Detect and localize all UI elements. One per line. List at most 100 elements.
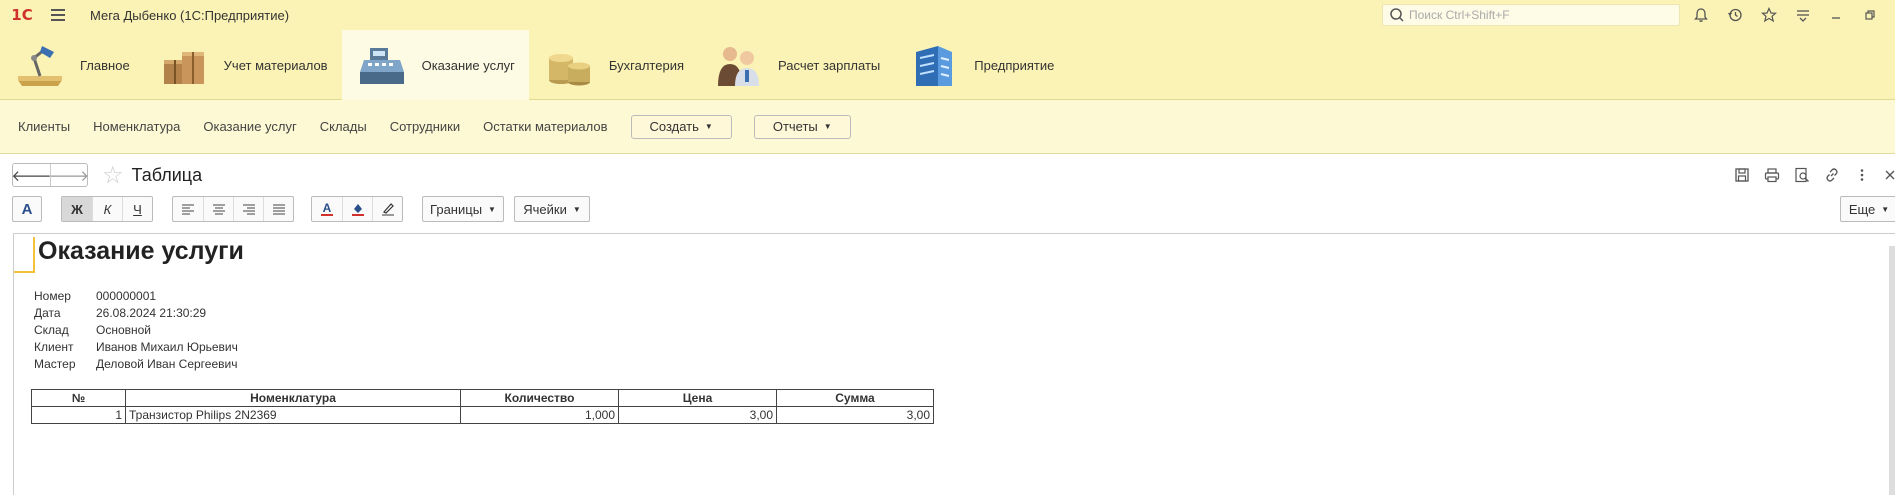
- attribute-key: Склад: [34, 323, 69, 337]
- align-justify-icon[interactable]: [263, 197, 293, 221]
- restore-window-icon[interactable]: [1860, 5, 1880, 25]
- cell-sum[interactable]: 3,00: [776, 406, 934, 424]
- forward-arrow-icon[interactable]: 🡒: [49, 164, 89, 186]
- cells-button[interactable]: Ячейки ▼: [514, 196, 590, 222]
- reports-button[interactable]: Отчеты ▼: [753, 114, 851, 139]
- attribute-value: Иванов Михаил Юрьевич: [96, 340, 238, 354]
- underline-button[interactable]: Ч: [122, 197, 152, 221]
- attribute-row: Склад Основной: [34, 322, 238, 339]
- add-to-favorites-star-icon[interactable]: ☆: [102, 161, 124, 190]
- attribute-row: Номер 000000001: [34, 288, 238, 305]
- column-header-sum: Сумма: [776, 389, 934, 407]
- app-logo[interactable]: 1С: [0, 0, 44, 30]
- caret-down-icon: ▼: [488, 204, 496, 214]
- alignment-group: [172, 196, 294, 222]
- align-right-icon[interactable]: [233, 197, 263, 221]
- section-payroll[interactable]: Расчет зарплаты: [698, 30, 894, 100]
- attribute-row: Дата 26.08.2024 21:30:29: [34, 305, 238, 322]
- highlight-pen-icon[interactable]: [372, 197, 402, 221]
- attribute-row: Мастер Деловой Иван Сергеевич: [34, 356, 238, 373]
- close-icon[interactable]: [1880, 165, 1895, 185]
- back-arrow-icon[interactable]: 🡐: [11, 164, 51, 186]
- section-services[interactable]: Оказание услуг: [341, 30, 529, 100]
- formatting-toolbar: A Ж К Ч A Границы ▼ Ячейки ▼ Еще ▼: [0, 196, 1895, 228]
- reports-button-label: Отчеты: [772, 119, 818, 134]
- cells-button-label: Ячейки: [523, 201, 567, 217]
- nav-link-warehouses[interactable]: Склады: [320, 119, 367, 134]
- coins-icon: [548, 54, 590, 86]
- favorites-star-icon[interactable]: [1759, 5, 1779, 25]
- attribute-value: 26.08.2024 21:30:29: [96, 306, 207, 320]
- cell-nomenclature[interactable]: Транзистор Philips 2N2369: [125, 406, 461, 424]
- caret-down-icon: ▼: [1881, 204, 1890, 214]
- people-icon: [718, 47, 759, 86]
- form-title: Таблица: [131, 164, 203, 185]
- cell-price[interactable]: 3,00: [618, 406, 777, 424]
- caret-down-icon: ▼: [572, 204, 581, 214]
- settings-menu-icon[interactable]: [1793, 5, 1813, 25]
- desk-lamp-icon: [18, 46, 62, 86]
- column-header-number: №: [31, 389, 126, 407]
- search-icon: [1390, 8, 1404, 22]
- app-title: Мега Дыбенко (1С:Предприятие): [90, 7, 290, 23]
- column-header-nomenclature: Номенклатура: [125, 389, 461, 407]
- color-group: A: [311, 196, 403, 222]
- cell-number[interactable]: 1: [31, 406, 126, 424]
- document-title: Оказание услуги: [38, 237, 244, 265]
- spreadsheet-document[interactable]: Оказание услуги Номер 000000001 Дата 26.08…: [13, 233, 1895, 495]
- section-enterprise[interactable]: Предприятие: [894, 30, 1068, 100]
- attribute-row: Клиент Иванов Михаил Юрьевич: [34, 339, 238, 356]
- cell-cursor: [14, 237, 35, 273]
- align-center-icon[interactable]: [203, 197, 233, 221]
- italic-button[interactable]: К: [92, 197, 122, 221]
- history-navigation: 🡐 🡒: [11, 163, 89, 187]
- section-label: Оказание услуг: [421, 57, 515, 73]
- more-button[interactable]: Еще ▼: [1840, 196, 1895, 222]
- attribute-value: Деловой Иван Сергеевич: [96, 357, 238, 371]
- nav-link-services[interactable]: Оказание услуг: [203, 119, 296, 134]
- attribute-key: Дата: [34, 306, 61, 320]
- vertical-scrollbar[interactable]: [1889, 246, 1895, 495]
- document-attributes: Номер 000000001 Дата 26.08.2024 21:30:29 С…: [34, 288, 238, 373]
- section-materials[interactable]: Учет материалов: [144, 30, 342, 100]
- main-menu-icon[interactable]: [44, 0, 72, 30]
- more-actions-icon[interactable]: [1852, 165, 1872, 185]
- font-icon[interactable]: A: [12, 196, 42, 222]
- table-row[interactable]: 1 Транзистор Philips 2N2369 1,000 3,00 3…: [31, 406, 934, 424]
- create-button[interactable]: Создать ▼: [630, 114, 732, 139]
- align-left-icon[interactable]: [173, 197, 203, 221]
- print-icon[interactable]: [1762, 165, 1782, 185]
- form-header: 🡐 🡒 ☆ Таблица: [0, 154, 1895, 196]
- building-icon: [916, 46, 953, 86]
- more-button-label: Еще: [1848, 201, 1876, 217]
- section-main[interactable]: Главное: [0, 30, 144, 100]
- column-header-quantity: Количество: [460, 389, 619, 407]
- items-table: № Номенклатура Количество Цена Сумма 1 Т…: [31, 389, 934, 424]
- cell-quantity[interactable]: 1,000: [460, 406, 619, 424]
- nav-link-material-balances[interactable]: Остатки материалов: [483, 119, 607, 134]
- minimize-icon[interactable]: [1826, 5, 1846, 25]
- caret-down-icon: ▼: [823, 122, 832, 131]
- search-input[interactable]: Поиск Ctrl+Shift+F: [1382, 4, 1680, 26]
- text-color-icon[interactable]: A: [312, 197, 342, 221]
- bell-icon[interactable]: [1691, 5, 1711, 25]
- section-accounting[interactable]: Бухгалтерия: [529, 30, 698, 100]
- svg-text:A: A: [323, 201, 332, 215]
- fill-color-icon[interactable]: [342, 197, 372, 221]
- attribute-value: 000000001: [96, 289, 157, 303]
- history-icon[interactable]: [1725, 5, 1745, 25]
- title-bar: 1С Мега Дыбенко (1С:Предприятие) Поиск C…: [0, 0, 1895, 30]
- borders-button[interactable]: Границы ▼: [422, 196, 504, 222]
- attribute-value: Основной: [96, 323, 152, 337]
- bold-button[interactable]: Ж: [62, 197, 92, 221]
- save-icon[interactable]: [1732, 165, 1752, 185]
- nav-link-clients[interactable]: Клиенты: [18, 119, 70, 134]
- search-placeholder: Поиск Ctrl+Shift+F: [1409, 8, 1510, 22]
- create-button-label: Создать: [649, 119, 699, 134]
- nav-link-employees[interactable]: Сотрудники: [390, 119, 460, 134]
- section-label: Расчет зарплаты: [778, 57, 881, 73]
- link-icon[interactable]: [1822, 165, 1842, 185]
- nav-link-nomenclature[interactable]: Номенклатура: [93, 119, 180, 134]
- attribute-key: Клиент: [34, 340, 74, 354]
- print-preview-icon[interactable]: [1792, 165, 1812, 185]
